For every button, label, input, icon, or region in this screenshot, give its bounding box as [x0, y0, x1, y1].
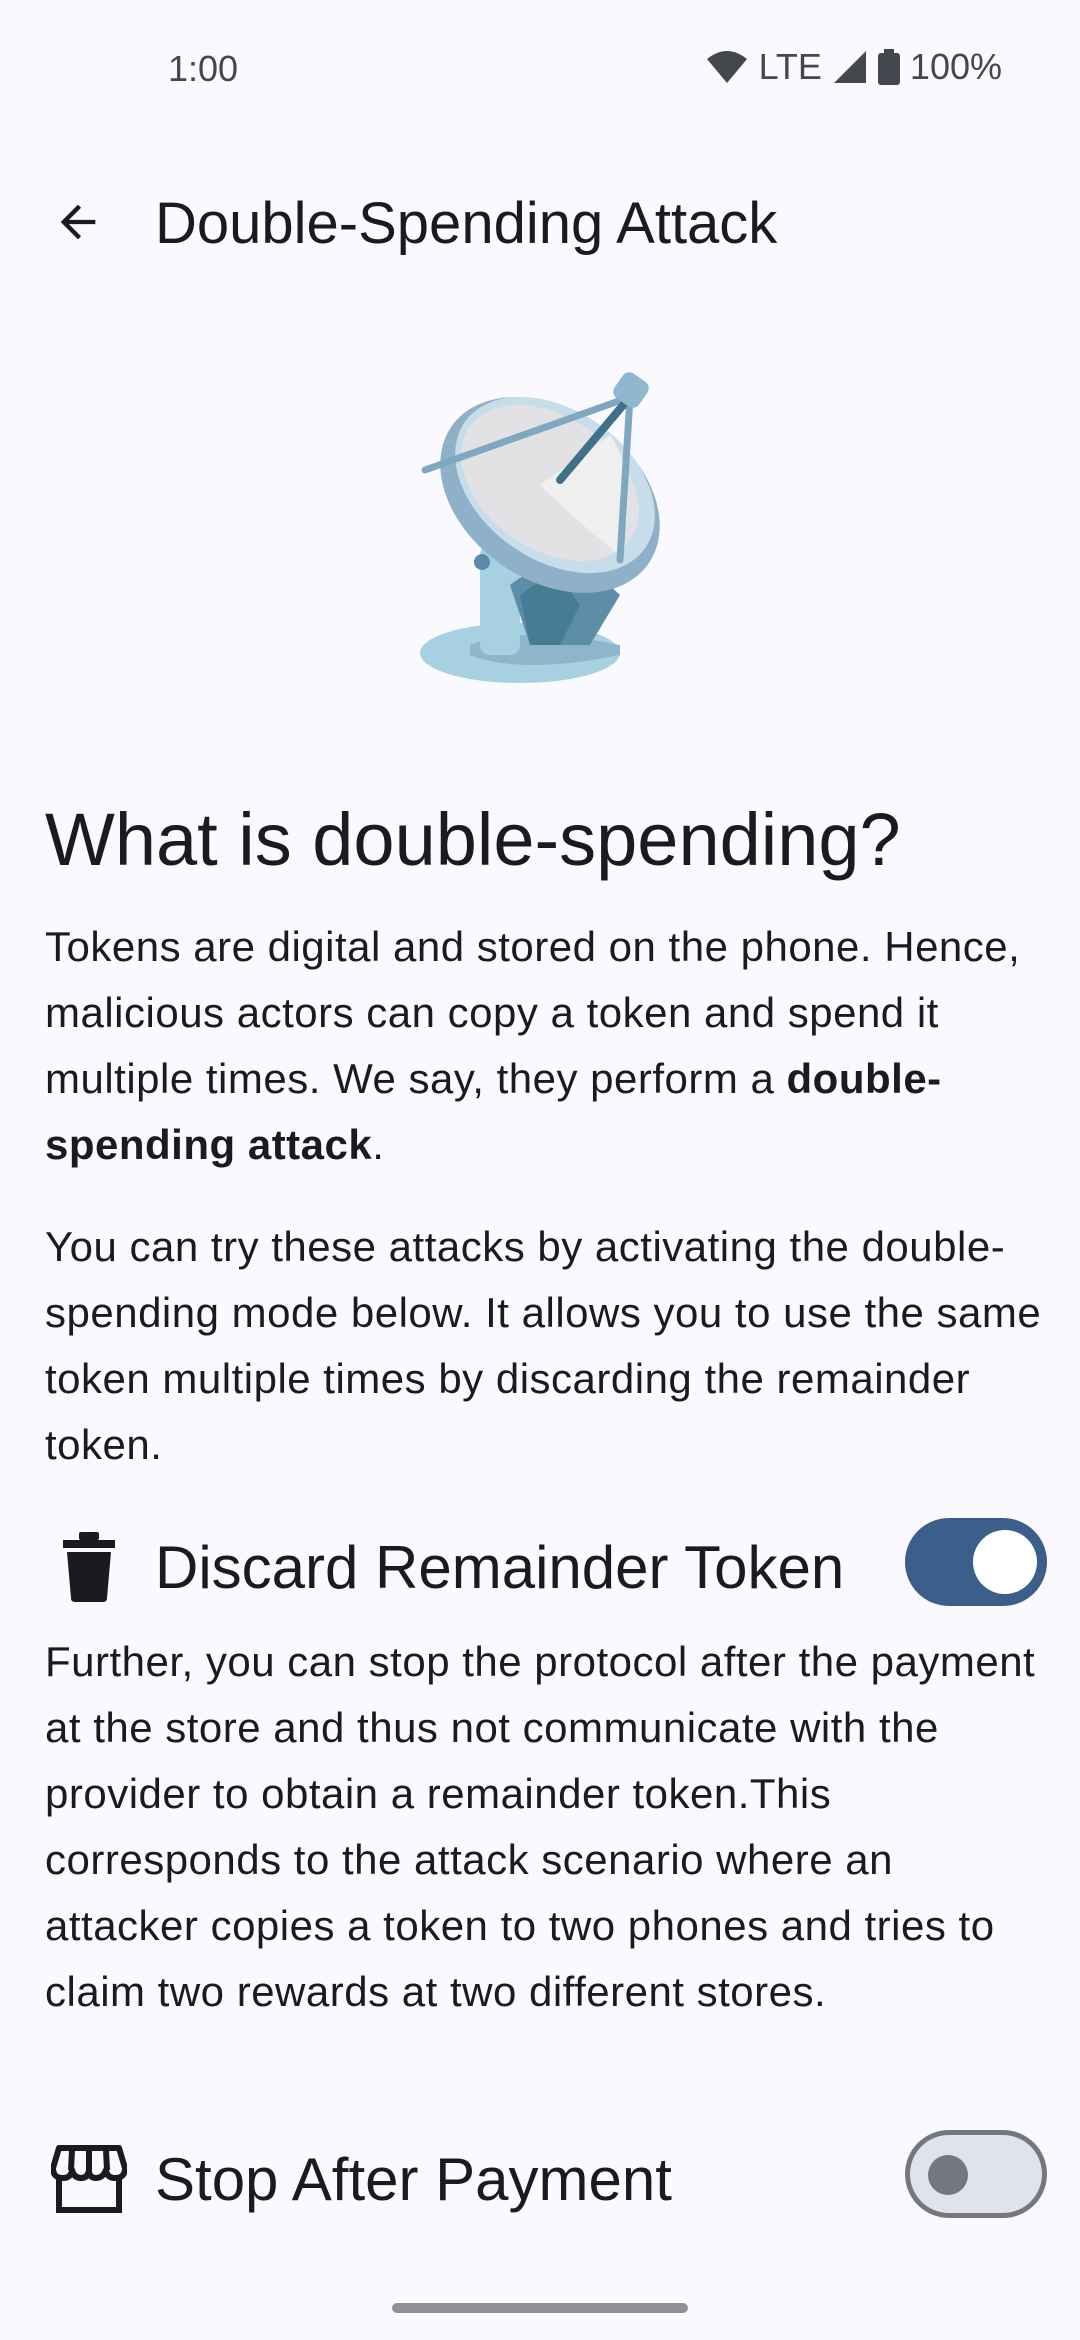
wifi-icon [705, 49, 749, 85]
mode-description: You can try these attacks by activating … [45, 1223, 1042, 1468]
status-time: 1:00 [168, 48, 239, 89]
battery-icon [877, 49, 900, 85]
discard-remainder-setting[interactable]: Discard Remainder Token [45, 1513, 1047, 1613]
intro-paragraph: Tokens are digital and stored on the pho… [45, 914, 1045, 1178]
intro-end: . [372, 1121, 385, 1168]
satellite-dish-icon [380, 345, 710, 695]
signal-icon [832, 49, 868, 85]
stop-after-payment-setting[interactable]: Stop After Payment [45, 2125, 1047, 2225]
toggle-knob [973, 1530, 1037, 1594]
top-app-bar: Double-Spending Attack [0, 170, 1080, 280]
trash-icon [45, 1531, 133, 1603]
page-title: Double-Spending Attack [155, 191, 778, 256]
discard-remainder-label: Discard Remainder Token [155, 1534, 845, 1601]
status-icons: LTE 100% [705, 46, 1002, 88]
battery-level: 100% [909, 46, 1002, 87]
gesture-nav-handle[interactable] [392, 2303, 688, 2313]
toggle-knob [928, 2155, 968, 2195]
store-icon [45, 2143, 133, 2215]
discard-remainder-toggle[interactable] [905, 1518, 1047, 1606]
stop-after-payment-toggle[interactable] [905, 2130, 1047, 2218]
arrow-back-icon [52, 196, 104, 253]
network-type: LTE [758, 46, 822, 87]
back-button[interactable] [36, 182, 120, 266]
section-heading: What is double-spending? [45, 798, 901, 881]
status-bar: 1:00 LTE 100% [0, 0, 1080, 140]
stop-description: Further, you can stop the protocol after… [45, 1638, 1036, 2015]
stop-after-payment-label: Stop After Payment [155, 2146, 672, 2213]
